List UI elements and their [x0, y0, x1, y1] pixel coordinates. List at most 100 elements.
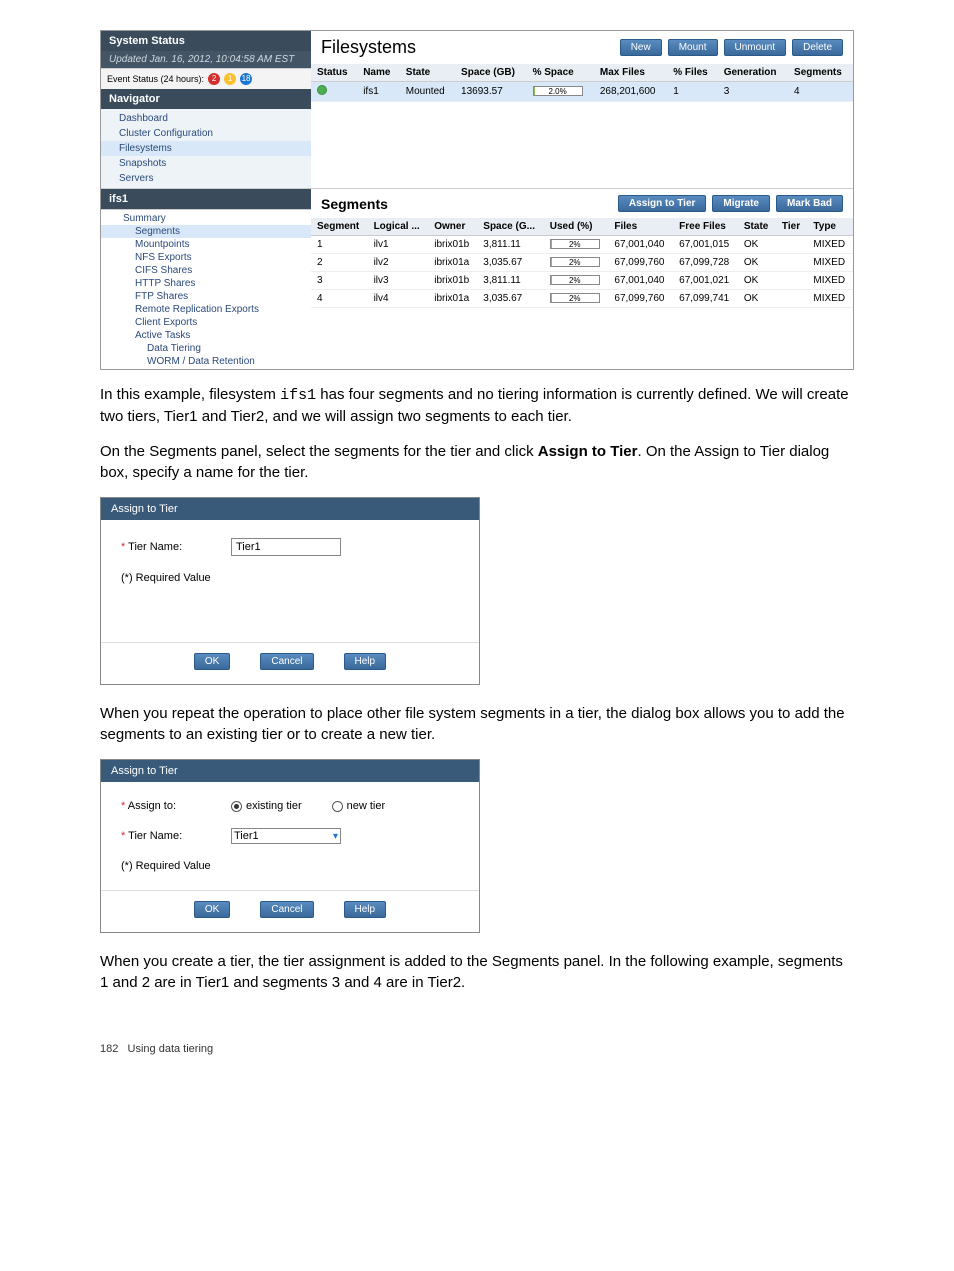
nav-filesystems[interactable]: Filesystems — [101, 141, 311, 156]
assign-to-tier-dialog-2: Assign to Tier * Assign to: existing tie… — [100, 759, 480, 933]
ok-button-2[interactable]: OK — [194, 901, 230, 918]
segment-row[interactable]: 2ilv2ibrix01a3,035.672%67,099,76067,099,… — [311, 254, 853, 272]
fs-name: ifs1 — [357, 82, 400, 102]
col-maxfiles[interactable]: Max Files — [594, 64, 667, 82]
tree-worm[interactable]: WORM / Data Retention — [101, 355, 311, 368]
col-gen[interactable]: Generation — [718, 64, 788, 82]
nav-dashboard[interactable]: Dashboard — [101, 111, 311, 126]
segment-row[interactable]: 1ilv1ibrix01b3,811.112%67,001,04067,001,… — [311, 236, 853, 254]
segcol-used[interactable]: Used (%) — [544, 218, 609, 236]
fs-pctspace: 2.0% — [527, 82, 594, 102]
segcol-segment[interactable]: Segment — [311, 218, 368, 236]
event-status-label: Event Status (24 hours): — [107, 74, 204, 84]
radio-on-icon — [231, 801, 242, 812]
tree-data-tiering[interactable]: Data Tiering — [101, 342, 311, 355]
paragraph-2: On the Segments panel, select the segmen… — [100, 441, 854, 483]
tree-segments[interactable]: Segments — [101, 225, 311, 238]
tree-ftp-shares[interactable]: FTP Shares — [101, 290, 311, 303]
help-button[interactable]: Help — [344, 653, 387, 670]
fs-gen: 3 — [718, 82, 788, 102]
tree-summary[interactable]: Summary — [101, 212, 311, 225]
status-ok-icon — [317, 85, 327, 95]
col-name[interactable]: Name — [357, 64, 400, 82]
nav-cluster-config[interactable]: Cluster Configuration — [101, 126, 311, 141]
segcol-tier[interactable]: Tier — [776, 218, 807, 236]
paragraph-3: When you repeat the operation to place o… — [100, 703, 854, 745]
segcol-space[interactable]: Space (G... — [477, 218, 543, 236]
tree-active-tasks[interactable]: Active Tasks — [101, 329, 311, 342]
error-badge[interactable]: 2 — [208, 73, 220, 85]
cancel-button[interactable]: Cancel — [260, 653, 313, 670]
fs-state: Mounted — [400, 82, 455, 102]
col-state[interactable]: State — [400, 64, 455, 82]
segment-row[interactable]: 3ilv3ibrix01b3,811.112%67,001,04067,001,… — [311, 272, 853, 290]
navigator-list[interactable]: Dashboard Cluster Configuration Filesyst… — [101, 109, 311, 188]
filesystems-title: Filesystems — [321, 37, 416, 58]
dialog2-title: Assign to Tier — [101, 760, 479, 782]
delete-button[interactable]: Delete — [792, 39, 843, 56]
system-status-header: System Status — [101, 31, 311, 51]
fs-tree-header: ifs1 — [101, 189, 311, 209]
segcol-state[interactable]: State — [738, 218, 776, 236]
segments-table: Segment Logical ... Owner Space (G... Us… — [311, 218, 853, 308]
col-seg[interactable]: Segments — [788, 64, 853, 82]
radio-off-icon — [332, 801, 343, 812]
ok-button[interactable]: OK — [194, 653, 230, 670]
tier-name-input[interactable] — [231, 538, 341, 556]
fs-tree-panel: ifs1 Summary Segments Mountpoints NFS Ex… — [101, 189, 311, 369]
tree-http-shares[interactable]: HTTP Shares — [101, 277, 311, 290]
cancel-button-2[interactable]: Cancel — [260, 901, 313, 918]
chevron-down-icon: ▾ — [333, 831, 338, 842]
required-note: (*) Required Value — [121, 572, 459, 584]
fs-row[interactable]: ifs1 Mounted 13693.57 2.0% 268,201,600 1… — [311, 82, 853, 102]
tree-mountpoints[interactable]: Mountpoints — [101, 238, 311, 251]
updated-timestamp: Updated Jan. 16, 2012, 10:04:58 AM EST — [101, 51, 311, 68]
fs-seg: 4 — [788, 82, 853, 102]
fs-space: 13693.57 — [455, 82, 527, 102]
segcol-owner[interactable]: Owner — [428, 218, 477, 236]
fs-tree[interactable]: Summary Segments Mountpoints NFS Exports… — [101, 209, 311, 369]
tier-name-select[interactable]: Tier1 ▾ — [231, 828, 341, 844]
segcol-files[interactable]: Files — [608, 218, 673, 236]
navigator-header: Navigator — [101, 89, 311, 109]
new-button[interactable]: New — [620, 39, 662, 56]
paragraph-4: When you create a tier, the tier assignm… — [100, 951, 854, 993]
filesystems-table: Status Name State Space (GB) % Space Max… — [311, 64, 853, 102]
tree-client-exports[interactable]: Client Exports — [101, 316, 311, 329]
paragraph-1: In this example, filesystem ifs1 has fou… — [100, 384, 854, 427]
col-space[interactable]: Space (GB) — [455, 64, 527, 82]
left-sidebar: System Status Updated Jan. 16, 2012, 10:… — [101, 31, 311, 188]
mark-bad-button[interactable]: Mark Bad — [776, 195, 843, 212]
tier-name-label-2: * Tier Name: — [121, 830, 231, 842]
radio-new-tier[interactable]: new tier — [332, 800, 386, 812]
dialog1-title: Assign to Tier — [101, 498, 479, 520]
col-pctfiles[interactable]: % Files — [667, 64, 717, 82]
app-window: System Status Updated Jan. 16, 2012, 10:… — [100, 30, 854, 370]
fs-pctfiles: 1 — [667, 82, 717, 102]
warning-badge[interactable]: 1 — [224, 73, 236, 85]
segment-row[interactable]: 4ilv4ibrix01a3,035.672%67,099,76067,099,… — [311, 290, 853, 308]
tier-name-label: * Tier Name: — [121, 541, 231, 553]
assign-to-tier-dialog-1: Assign to Tier * Tier Name: (*) Required… — [100, 497, 480, 685]
segments-panel: Segments Assign to Tier Migrate Mark Bad… — [311, 189, 853, 369]
help-button-2[interactable]: Help — [344, 901, 387, 918]
assign-to-tier-button[interactable]: Assign to Tier — [618, 195, 707, 212]
segcol-type[interactable]: Type — [807, 218, 853, 236]
tree-remote-replication[interactable]: Remote Replication Exports — [101, 303, 311, 316]
unmount-button[interactable]: Unmount — [724, 39, 787, 56]
nav-snapshots[interactable]: Snapshots — [101, 156, 311, 171]
filesystems-panel: Filesystems New Mount Unmount Delete Sta… — [311, 31, 853, 188]
page-footer: 182 Using data tiering — [100, 1043, 854, 1055]
tree-nfs-exports[interactable]: NFS Exports — [101, 251, 311, 264]
migrate-button[interactable]: Migrate — [712, 195, 770, 212]
nav-servers[interactable]: Servers — [101, 171, 311, 186]
info-badge[interactable]: 18 — [240, 73, 252, 85]
segments-title: Segments — [321, 196, 388, 212]
col-pctspace[interactable]: % Space — [527, 64, 594, 82]
segcol-freefiles[interactable]: Free Files — [673, 218, 738, 236]
tree-cifs-shares[interactable]: CIFS Shares — [101, 264, 311, 277]
mount-button[interactable]: Mount — [668, 39, 718, 56]
radio-existing-tier[interactable]: existing tier — [231, 800, 302, 812]
col-status[interactable]: Status — [311, 64, 357, 82]
segcol-logical[interactable]: Logical ... — [368, 218, 429, 236]
